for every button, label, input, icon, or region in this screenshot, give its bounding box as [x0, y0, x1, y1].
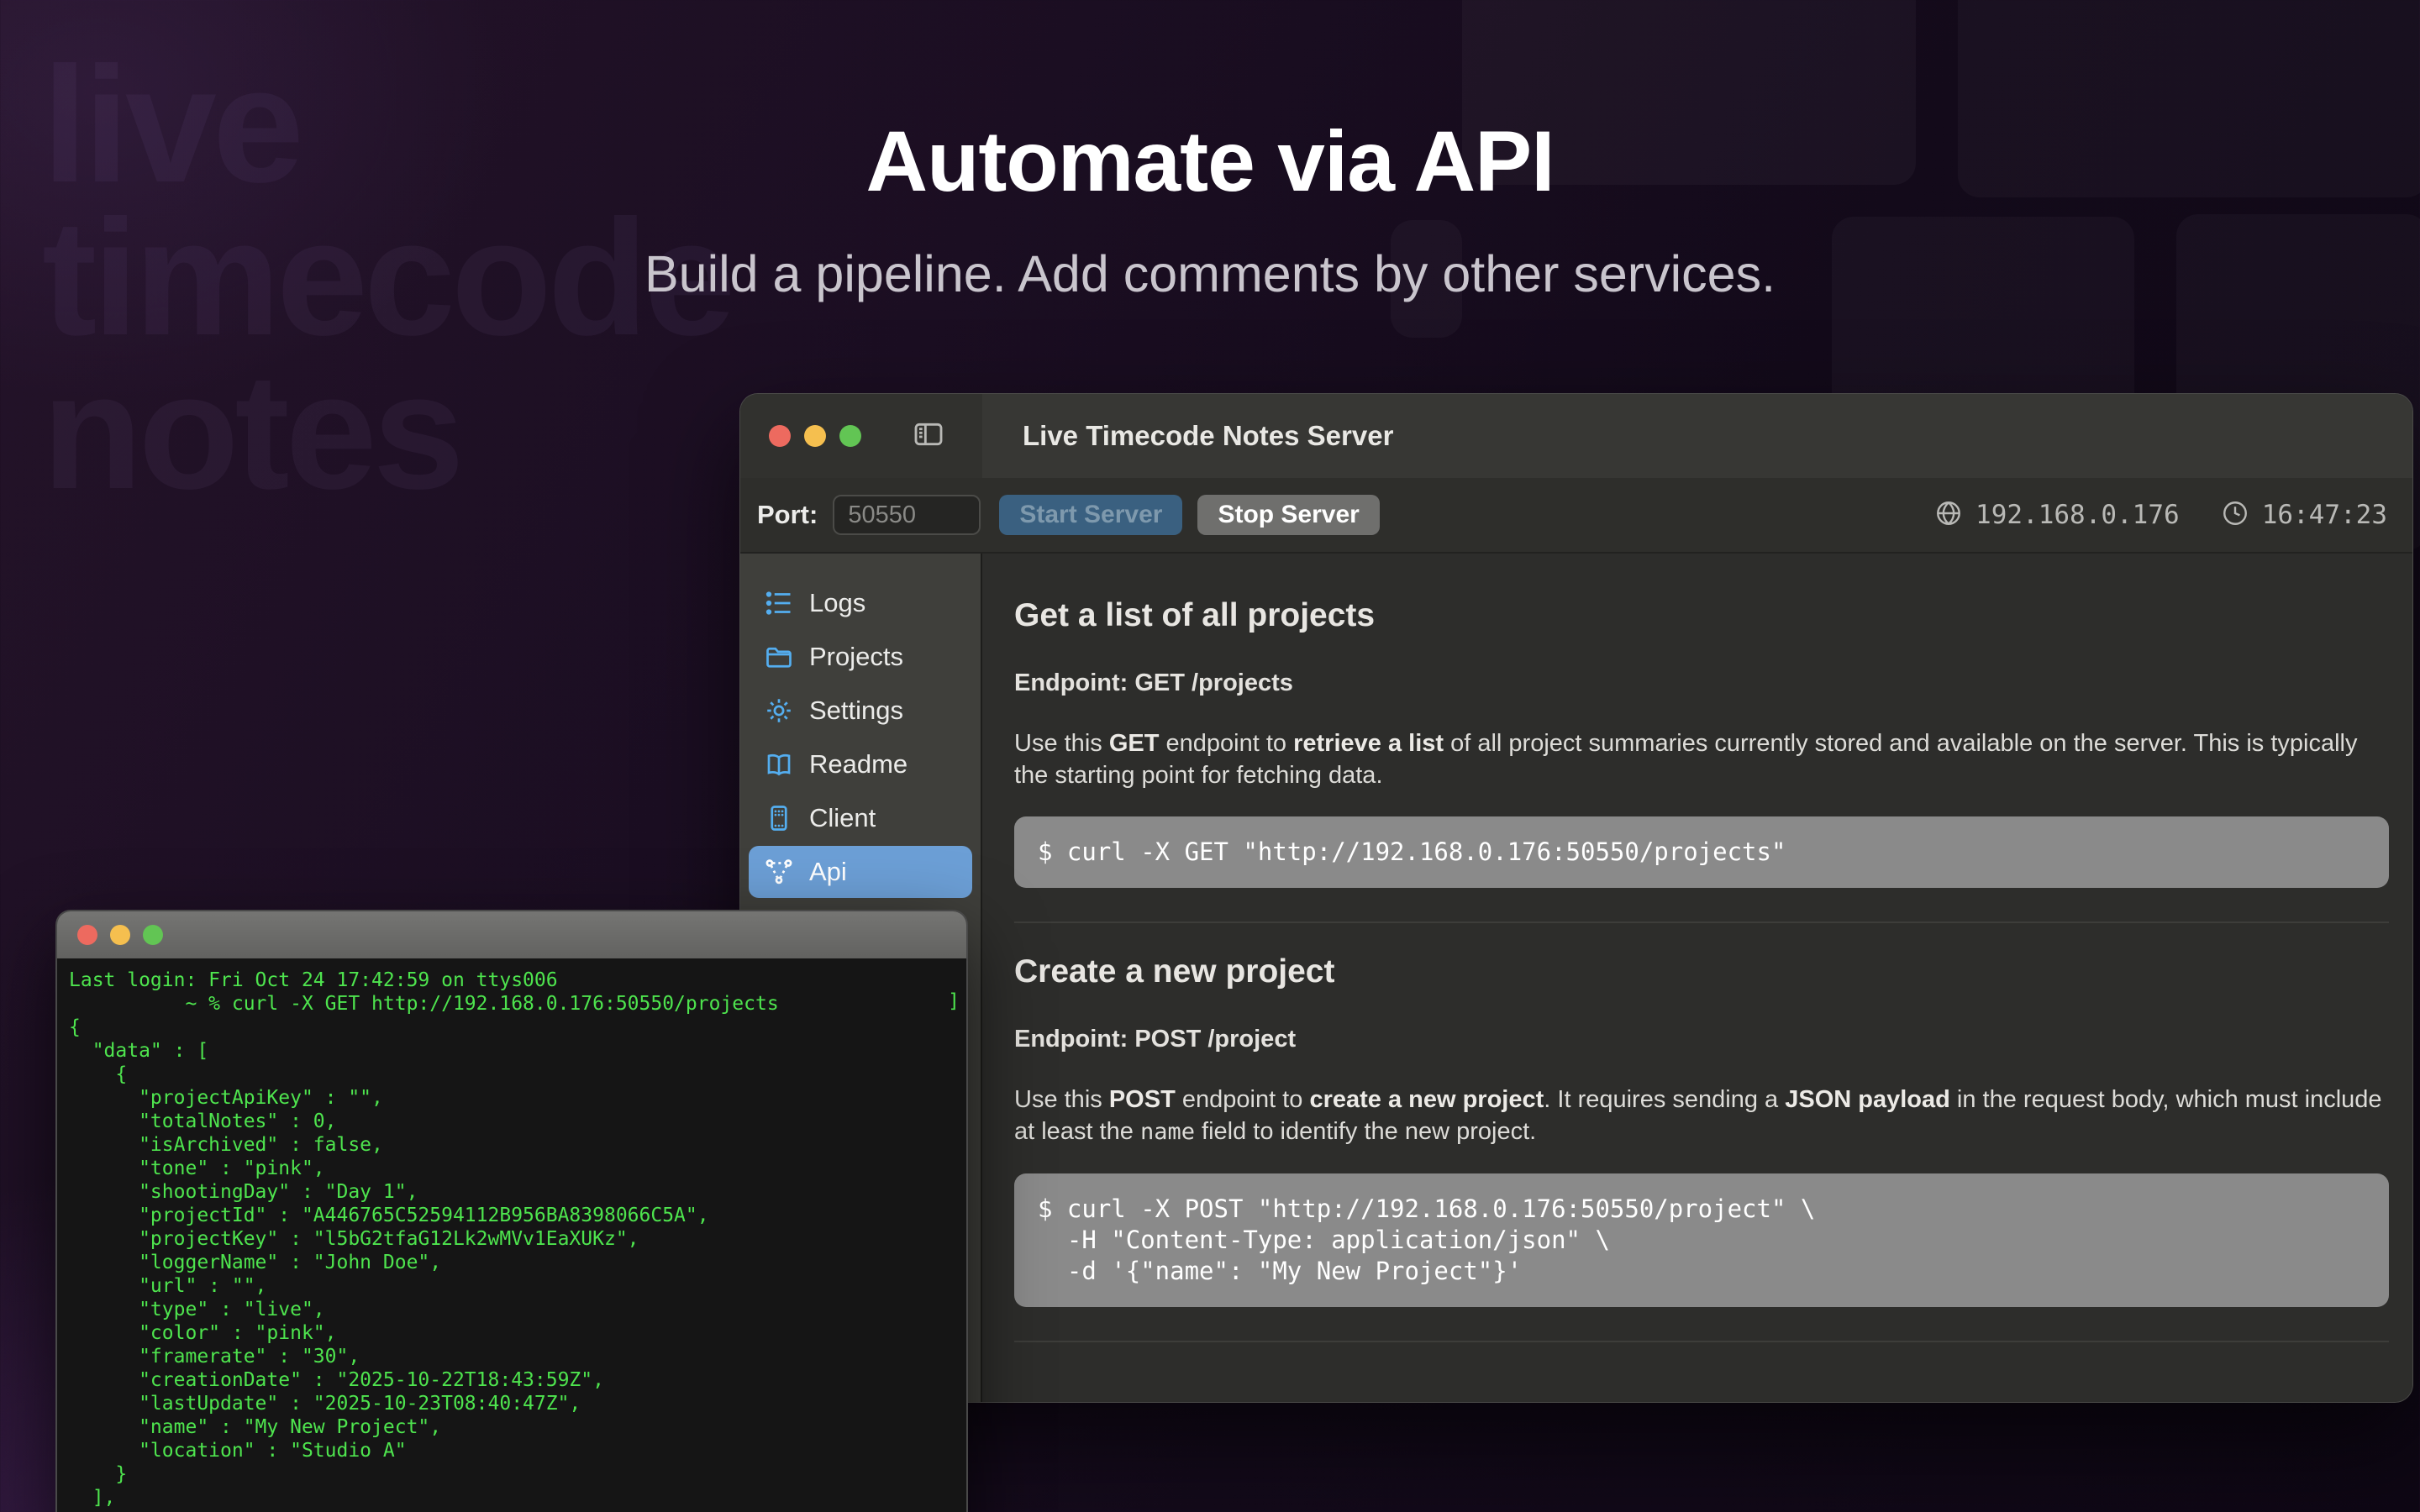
description-segment: . It requires sending a — [1544, 1086, 1785, 1113]
sidebar-item-logs[interactable]: Logs — [749, 577, 972, 629]
toolbar: Port: Start Server Stop Server 192.168.0… — [740, 478, 2412, 554]
traffic-lights — [769, 425, 861, 447]
list-icon — [764, 588, 794, 618]
zoom-button[interactable] — [839, 425, 861, 447]
server-clock: 16:47:23 — [2220, 498, 2387, 533]
api-doc-content: Get a list of all projects Endpoint: GET … — [982, 554, 2412, 1402]
description-segment: retrieve a list — [1293, 730, 1444, 757]
description-segment: create a new project — [1309, 1086, 1544, 1113]
section-divider — [1014, 1341, 2389, 1342]
globe-icon — [1933, 498, 1964, 533]
code-block: $ curl -X GET "http://192.168.0.176:5055… — [1014, 816, 2389, 888]
sidebar-item-label: Client — [809, 803, 876, 833]
sidebar-item-label: Settings — [809, 696, 903, 726]
sidebar-item-projects[interactable]: Projects — [749, 631, 972, 683]
close-button[interactable] — [77, 925, 97, 945]
minimize-button[interactable] — [110, 925, 130, 945]
folder-icon — [764, 642, 794, 672]
api-icon — [764, 857, 794, 887]
page-background: { "hero": { "title": "Automate via API",… — [0, 0, 2420, 1512]
zoom-button[interactable] — [143, 925, 163, 945]
window-title: Live Timecode Notes Server — [1023, 420, 1393, 452]
watermark-line: notes — [42, 355, 731, 508]
minimize-button[interactable] — [804, 425, 826, 447]
hero: Automate via API Build a pipeline. Add c… — [0, 0, 2420, 303]
close-button[interactable] — [769, 425, 791, 447]
terminal-body: Last login: Fri Oct 24 17:42:59 on ttys0… — [57, 958, 966, 1512]
sidebar-item-label: Logs — [809, 588, 865, 618]
terminal-output: Last login: Fri Oct 24 17:42:59 on ttys0… — [69, 969, 966, 1512]
section-heading: Create a new project — [1014, 953, 2389, 990]
section-heading: Get a list of all projects — [1014, 597, 2389, 634]
port-input[interactable] — [833, 495, 981, 535]
gear-icon — [764, 696, 794, 726]
clock-time: 16:47:23 — [2262, 500, 2387, 530]
code-block: $ curl -X POST "http://192.168.0.176:505… — [1014, 1173, 2389, 1307]
client-icon — [764, 803, 794, 833]
sidebar-item-settings[interactable]: Settings — [749, 685, 972, 737]
description-segment: GET — [1109, 730, 1160, 757]
server-address: 192.168.0.176 — [1933, 498, 2180, 533]
sidebar-item-client[interactable]: Client — [749, 792, 972, 844]
port-label: Port: — [757, 500, 818, 530]
description-segment: JSON payload — [1785, 1086, 1950, 1113]
sidebar-item-api[interactable]: Api — [749, 846, 972, 898]
stop-server-button[interactable]: Stop Server — [1197, 495, 1379, 535]
section-description: Use this GET endpoint to retrieve a list… — [1014, 727, 2389, 791]
endpoint-label: Endpoint: GET /projects — [1014, 669, 2389, 697]
terminal-titlebar — [57, 911, 966, 958]
start-server-button[interactable]: Start Server — [999, 495, 1182, 535]
sidebar-item-label: Api — [809, 857, 847, 887]
description-segment: Use this — [1014, 730, 1109, 757]
description-segment: name — [1140, 1119, 1195, 1145]
description-segment: field to identify the new project. — [1195, 1118, 1536, 1145]
terminal-overflow-bracket: ] — [948, 990, 960, 1012]
book-icon — [764, 749, 794, 780]
server-window: Live Timecode Notes Server Port: Start S… — [739, 393, 2413, 1403]
sidebar-item-readme[interactable]: Readme — [749, 738, 972, 790]
endpoint-label: Endpoint: POST /project — [1014, 1026, 2389, 1053]
clock-icon — [2220, 498, 2250, 533]
sidebar-item-label: Readme — [809, 749, 908, 780]
hero-subtitle: Build a pipeline. Add comments by other … — [0, 244, 2420, 303]
sidebar-item-label: Projects — [809, 642, 903, 672]
terminal-window: Last login: Fri Oct 24 17:42:59 on ttys0… — [55, 910, 968, 1512]
description-segment: endpoint to — [1176, 1086, 1310, 1113]
section-divider — [1014, 921, 2389, 923]
sidebar-toggle-icon — [912, 440, 945, 454]
section-description: Use this POST endpoint to create a new p… — [1014, 1084, 2389, 1148]
ip-address: 192.168.0.176 — [1975, 500, 2180, 530]
description-segment: POST — [1109, 1086, 1176, 1113]
window-titlebar: Live Timecode Notes Server — [740, 394, 2412, 478]
description-segment: Use this — [1014, 1086, 1109, 1113]
window-body: Logs Projects Settings Readme Client Api Get … — [740, 554, 2412, 1402]
hero-title: Automate via API — [0, 113, 2420, 211]
sidebar-toggle-button[interactable] — [912, 417, 945, 455]
description-segment: endpoint to — [1159, 730, 1293, 757]
